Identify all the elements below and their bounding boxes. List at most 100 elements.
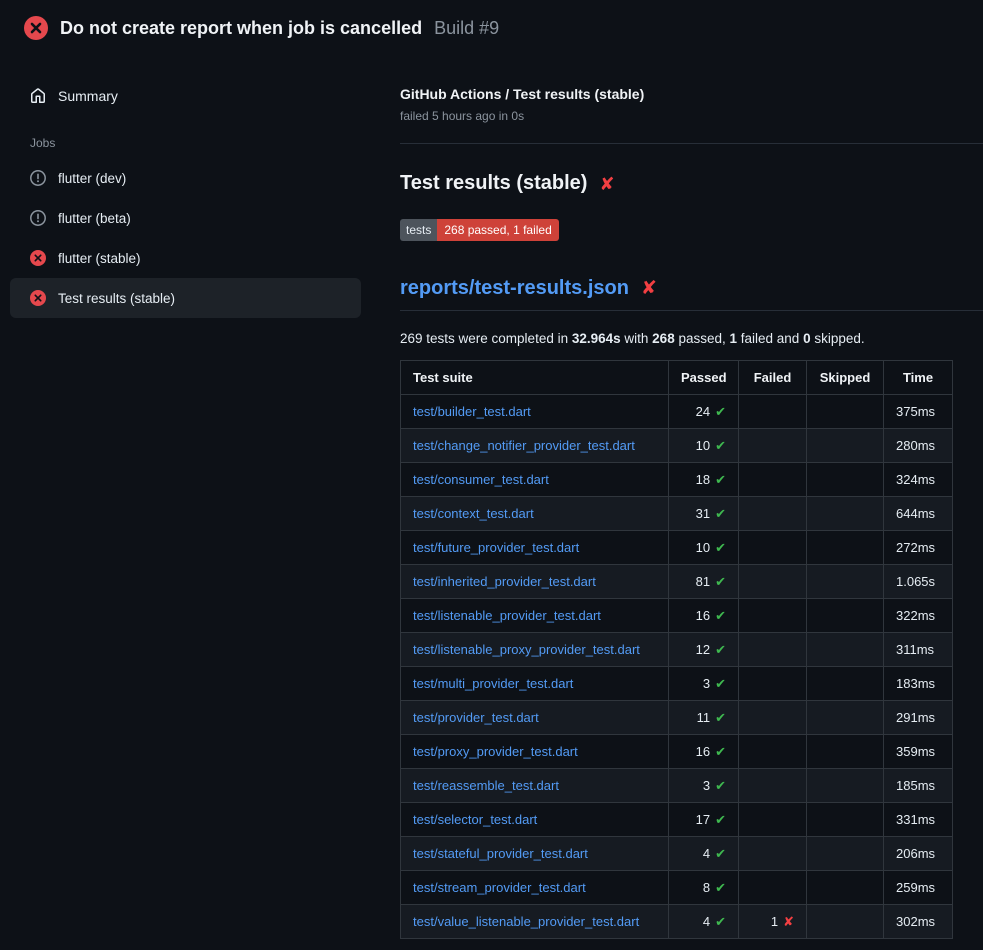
job-failed-icon — [30, 250, 46, 266]
failed-cell — [739, 497, 807, 531]
badge-value: 268 passed, 1 failed — [437, 219, 558, 241]
run-title: Do not create report when job is cancell… — [60, 18, 422, 39]
passed-count: 12 — [696, 642, 710, 657]
skipped-cell — [807, 531, 884, 565]
suite-link[interactable]: test/stateful_provider_test.dart — [413, 846, 588, 861]
table-row: test/provider_test.dart 11✔ 291ms — [401, 701, 953, 735]
passed-count: 3 — [703, 778, 710, 793]
skipped-cell — [807, 497, 884, 531]
report-heading: reports/test-results.json ✘ — [400, 277, 983, 311]
job-label: flutter (beta) — [58, 211, 131, 226]
failed-cell — [739, 837, 807, 871]
failed-x-icon: ✘ — [641, 279, 657, 298]
sidebar: Summary Jobs flutter (dev) — [0, 50, 375, 334]
suite-link[interactable]: test/builder_test.dart — [413, 404, 531, 419]
table-row: test/future_provider_test.dart 10✔ 272ms — [401, 531, 953, 565]
suite-link[interactable]: test/change_notifier_provider_test.dart — [413, 438, 635, 453]
badge-label: tests — [400, 219, 437, 241]
sidebar-job-item[interactable]: flutter (stable) — [10, 238, 361, 278]
report-file-link[interactable]: reports/test-results.json — [400, 277, 629, 300]
check-icon: ✔ — [715, 846, 726, 861]
table-row: test/proxy_provider_test.dart 16✔ 359ms — [401, 735, 953, 769]
test-results-table: Test suite Passed Failed Skipped Time te… — [400, 360, 953, 939]
passed-cell: 4✔ — [669, 905, 739, 939]
time-cell: 272ms — [884, 531, 953, 565]
suite-link[interactable]: test/stream_provider_test.dart — [413, 880, 586, 895]
suite-link[interactable]: test/reassemble_test.dart — [413, 778, 559, 793]
table-row: test/stateful_provider_test.dart 4✔ 206m… — [401, 837, 953, 871]
failed-cell — [739, 871, 807, 905]
home-icon — [30, 88, 46, 104]
table-row: test/stream_provider_test.dart 8✔ 259ms — [401, 871, 953, 905]
failed-cell — [739, 633, 807, 667]
failed-cell — [739, 531, 807, 565]
time-cell: 359ms — [884, 735, 953, 769]
passed-cell: 18✔ — [669, 463, 739, 497]
suite-link[interactable]: test/selector_test.dart — [413, 812, 537, 827]
passed-cell: 4✔ — [669, 837, 739, 871]
suite-link[interactable]: test/consumer_test.dart — [413, 472, 549, 487]
sidebar-job-item[interactable]: Test results (stable) — [10, 278, 361, 318]
table-row: test/context_test.dart 31✔ 644ms — [401, 497, 953, 531]
passed-cell: 31✔ — [669, 497, 739, 531]
sidebar-job-item[interactable]: flutter (dev) — [10, 158, 361, 198]
passed-cell: 11✔ — [669, 701, 739, 735]
passed-count: 8 — [703, 880, 710, 895]
run-build-number: Build #9 — [434, 18, 499, 39]
passed-cell: 8✔ — [669, 871, 739, 905]
passed-count: 81 — [696, 574, 710, 589]
col-header-test-suite: Test suite — [401, 361, 669, 395]
failed-cell — [739, 395, 807, 429]
time-cell: 322ms — [884, 599, 953, 633]
failed-cell: 1✘ — [739, 905, 807, 939]
passed-cell: 16✔ — [669, 599, 739, 633]
skipped-cell — [807, 803, 884, 837]
sidebar-item-summary[interactable]: Summary — [10, 80, 361, 112]
passed-count: 17 — [696, 812, 710, 827]
col-header-time: Time — [884, 361, 953, 395]
table-row: test/reassemble_test.dart 3✔ 185ms — [401, 769, 953, 803]
job-label: flutter (stable) — [58, 251, 141, 266]
table-row: test/selector_test.dart 17✔ 331ms — [401, 803, 953, 837]
check-icon: ✔ — [715, 710, 726, 725]
sidebar-jobs-list: flutter (dev) flutter (beta) — [10, 158, 361, 318]
fail-icon: ✘ — [783, 914, 794, 929]
failed-x-icon: ✘ — [599, 175, 614, 193]
sidebar-job-item[interactable]: flutter (beta) — [10, 198, 361, 238]
suite-link[interactable]: test/proxy_provider_test.dart — [413, 744, 578, 759]
time-cell: 331ms — [884, 803, 953, 837]
section-heading: Test results (stable) ✘ — [400, 172, 983, 195]
table-row: test/listenable_provider_test.dart 16✔ 3… — [401, 599, 953, 633]
check-icon: ✔ — [715, 608, 726, 623]
divider — [400, 143, 983, 144]
suite-link[interactable]: test/context_test.dart — [413, 506, 534, 521]
check-icon: ✔ — [715, 914, 726, 929]
time-cell: 206ms — [884, 837, 953, 871]
job-failed-icon — [30, 290, 46, 306]
tests-summary-line: 269 tests were completed in 32.964s with… — [400, 331, 983, 346]
suite-link[interactable]: test/value_listenable_provider_test.dart — [413, 914, 639, 929]
skipped-cell — [807, 667, 884, 701]
skipped-cell — [807, 395, 884, 429]
check-icon: ✔ — [715, 880, 726, 895]
table-row: test/multi_provider_test.dart 3✔ 183ms — [401, 667, 953, 701]
suite-link[interactable]: test/listenable_proxy_provider_test.dart — [413, 642, 640, 657]
table-row: test/change_notifier_provider_test.dart … — [401, 429, 953, 463]
sidebar-summary-label: Summary — [58, 88, 118, 104]
suite-link[interactable]: test/inherited_provider_test.dart — [413, 574, 596, 589]
skipped-cell — [807, 871, 884, 905]
suite-link[interactable]: test/future_provider_test.dart — [413, 540, 579, 555]
suite-link[interactable]: test/multi_provider_test.dart — [413, 676, 573, 691]
passed-cell: 3✔ — [669, 769, 739, 803]
job-neutral-icon — [30, 210, 46, 226]
skipped-cell — [807, 837, 884, 871]
run-header: Do not create report when job is cancell… — [0, 0, 983, 50]
failed-cell — [739, 803, 807, 837]
passed-count: 10 — [696, 438, 710, 453]
suite-link[interactable]: test/provider_test.dart — [413, 710, 539, 725]
time-cell: 291ms — [884, 701, 953, 735]
passed-count: 4 — [703, 846, 710, 861]
skipped-cell — [807, 905, 884, 939]
suite-link[interactable]: test/listenable_provider_test.dart — [413, 608, 601, 623]
failed-cell — [739, 769, 807, 803]
